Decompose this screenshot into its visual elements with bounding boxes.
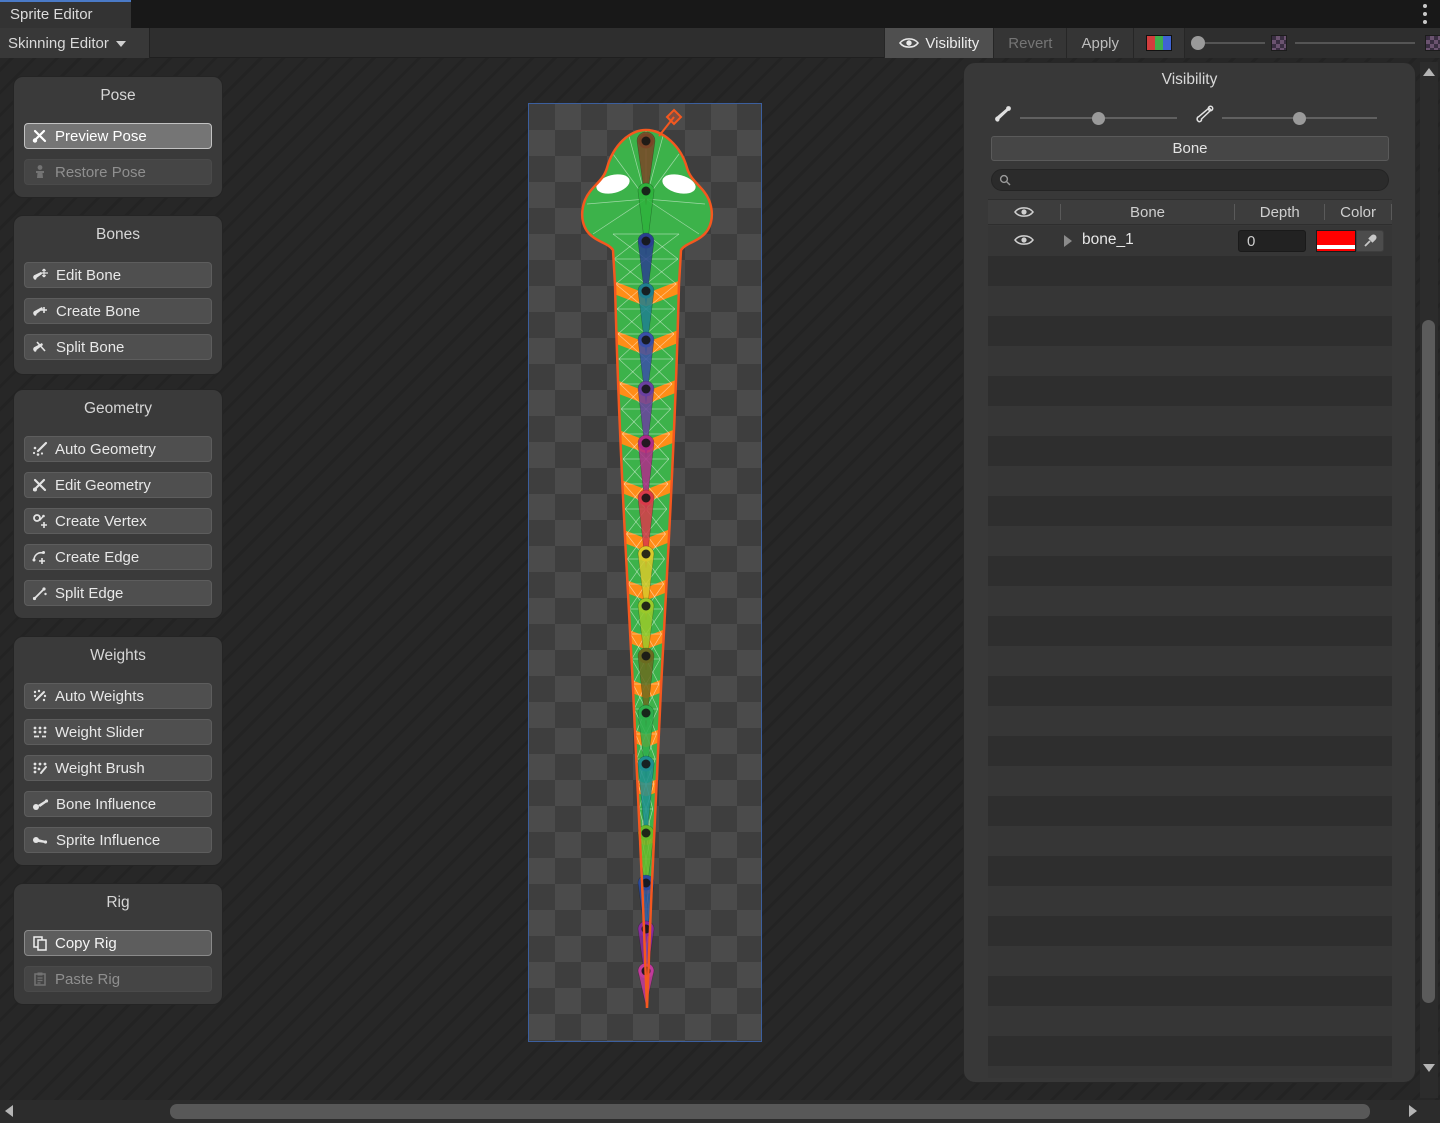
geometry-panel: Geometry Auto Geometry Edit Geometry [13, 389, 223, 619]
edit-geometry-button[interactable]: Edit Geometry [24, 472, 212, 498]
weight-slider-button[interactable]: Weight Slider [24, 719, 212, 745]
bone-outline-icon [1194, 103, 1216, 125]
bone-color-swatch[interactable] [1316, 230, 1356, 252]
eyedropper-button[interactable] [1356, 230, 1384, 252]
visibility-column-eye-icon [1014, 206, 1034, 218]
copy-rig-button[interactable]: Copy Rig [24, 930, 212, 956]
vertical-scrollbar[interactable] [1420, 62, 1438, 1098]
bone-opacity-slider-knob[interactable] [1092, 112, 1105, 125]
column-header-color: Color [1325, 200, 1391, 224]
sprite-opacity-slider-track[interactable] [1295, 42, 1415, 44]
auto-weights-icon [32, 688, 48, 704]
split-bone-icon [32, 339, 49, 355]
weight-brush-icon [32, 760, 48, 776]
sprite-color-swatch-button[interactable] [1133, 28, 1185, 58]
bone-table-row[interactable]: bone_1 [988, 226, 1392, 256]
column-header-depth: Depth [1235, 200, 1324, 224]
create-bone-button[interactable]: Create Bone [24, 298, 212, 324]
auto-geometry-icon [32, 441, 48, 457]
geometry-panel-title: Geometry [14, 398, 222, 420]
horizontal-scrollbar-thumb[interactable] [170, 1104, 1370, 1119]
bones-panel: Bones Edit Bone Create Bone [13, 215, 223, 375]
search-input[interactable] [1016, 173, 1376, 188]
copy-icon [32, 935, 48, 951]
sprite-influence-button[interactable]: Sprite Influence [24, 827, 212, 853]
bone-filled-icon [992, 103, 1014, 125]
scroll-down-arrow-icon[interactable] [1423, 1064, 1435, 1072]
mesh-opacity-slider-track[interactable] [1205, 42, 1265, 44]
auto-geometry-button[interactable]: Auto Geometry [24, 436, 212, 462]
preview-pose-icon [32, 128, 48, 144]
weight-slider-icon [32, 724, 48, 740]
eyedropper-icon [1363, 234, 1377, 248]
create-edge-icon [32, 549, 48, 565]
alpha-bar [1317, 245, 1355, 249]
bone-influence-button[interactable]: Bone Influence [24, 791, 212, 817]
apply-button[interactable]: Apply [1066, 28, 1133, 58]
toolbar: Skinning Editor Visibility Revert Apply [0, 28, 1440, 58]
split-edge-button[interactable]: Split Edge [24, 580, 212, 606]
edit-bone-icon [32, 267, 49, 283]
rigged-sprite [529, 104, 763, 1043]
preview-pose-button[interactable]: Preview Pose [24, 123, 212, 149]
restore-pose-icon [32, 164, 48, 180]
opacity-sliders [1185, 28, 1440, 58]
auto-weights-button[interactable]: Auto Weights [24, 683, 212, 709]
skinning-editor-window: Sprite Editor Skinning Editor Visibility… [0, 0, 1440, 1123]
visibility-toggle-button[interactable]: Visibility [884, 28, 993, 58]
weight-brush-button[interactable]: Weight Brush [24, 755, 212, 781]
sprite-opacity-icon [1425, 35, 1440, 51]
editor-mode-dropdown[interactable]: Skinning Editor [0, 28, 150, 58]
kebab-menu-icon[interactable] [1422, 4, 1428, 24]
chevron-down-icon [116, 41, 126, 47]
expander-icon[interactable] [1064, 235, 1072, 247]
column-header-bone: Bone [1061, 200, 1235, 224]
rig-panel-title: Rig [14, 892, 222, 914]
vertical-scrollbar-thumb[interactable] [1422, 320, 1435, 1003]
edit-geometry-icon [32, 477, 48, 493]
bone-name-label: bone_1 [1082, 231, 1134, 249]
horizontal-scrollbar[interactable] [0, 1100, 1440, 1123]
create-bone-icon [32, 303, 49, 319]
bone-influence-icon [32, 796, 49, 812]
split-bone-button[interactable]: Split Bone [24, 334, 212, 360]
tab-sprite-editor[interactable]: Sprite Editor [0, 0, 131, 28]
weights-panel-title: Weights [14, 645, 222, 667]
create-vertex-icon [32, 513, 48, 529]
bone-list-empty-rows [988, 256, 1392, 1078]
paste-icon [32, 971, 48, 987]
pose-panel: Pose Preview Pose Restore Pose [13, 76, 223, 198]
eye-icon [899, 37, 919, 49]
paste-rig-button[interactable]: Paste Rig [24, 966, 212, 992]
visibility-panel-title: Visibility [964, 71, 1415, 89]
sprite-influence-icon [32, 832, 49, 848]
bone-table-header: Bone Depth Color [988, 199, 1392, 225]
pose-panel-title: Pose [14, 85, 222, 107]
mesh-opacity-slider-knob[interactable] [1191, 36, 1205, 50]
scroll-right-arrow-icon[interactable] [1409, 1105, 1417, 1117]
sprite-canvas[interactable] [528, 103, 762, 1042]
bone-search-field[interactable] [991, 169, 1389, 191]
tab-bar: Sprite Editor [0, 0, 1440, 28]
rig-panel: Rig Copy Rig Paste Rig [13, 883, 223, 1005]
visibility-panel: Visibility Bone [963, 62, 1416, 1083]
bone-depth-input[interactable] [1238, 230, 1306, 252]
restore-pose-button[interactable]: Restore Pose [24, 159, 212, 185]
rgb-swatch-icon [1146, 35, 1172, 51]
create-vertex-button[interactable]: Create Vertex [24, 508, 212, 534]
scroll-left-arrow-icon[interactable] [5, 1105, 13, 1117]
revert-button[interactable]: Revert [993, 28, 1066, 58]
tab-bone[interactable]: Bone [991, 136, 1389, 161]
weights-panel: Weights Auto Weights [13, 636, 223, 866]
mesh-opacity-icon [1271, 35, 1287, 51]
bones-panel-title: Bones [14, 224, 222, 246]
mesh-visibility-slider-knob[interactable] [1293, 112, 1306, 125]
scroll-up-arrow-icon[interactable] [1423, 68, 1435, 76]
editor-mode-label: Skinning Editor [8, 35, 109, 52]
search-icon [999, 174, 1011, 186]
edit-bone-button[interactable]: Edit Bone [24, 262, 212, 288]
bone-visibility-eye-icon[interactable] [1014, 234, 1034, 246]
create-edge-button[interactable]: Create Edge [24, 544, 212, 570]
split-edge-icon [32, 585, 48, 601]
